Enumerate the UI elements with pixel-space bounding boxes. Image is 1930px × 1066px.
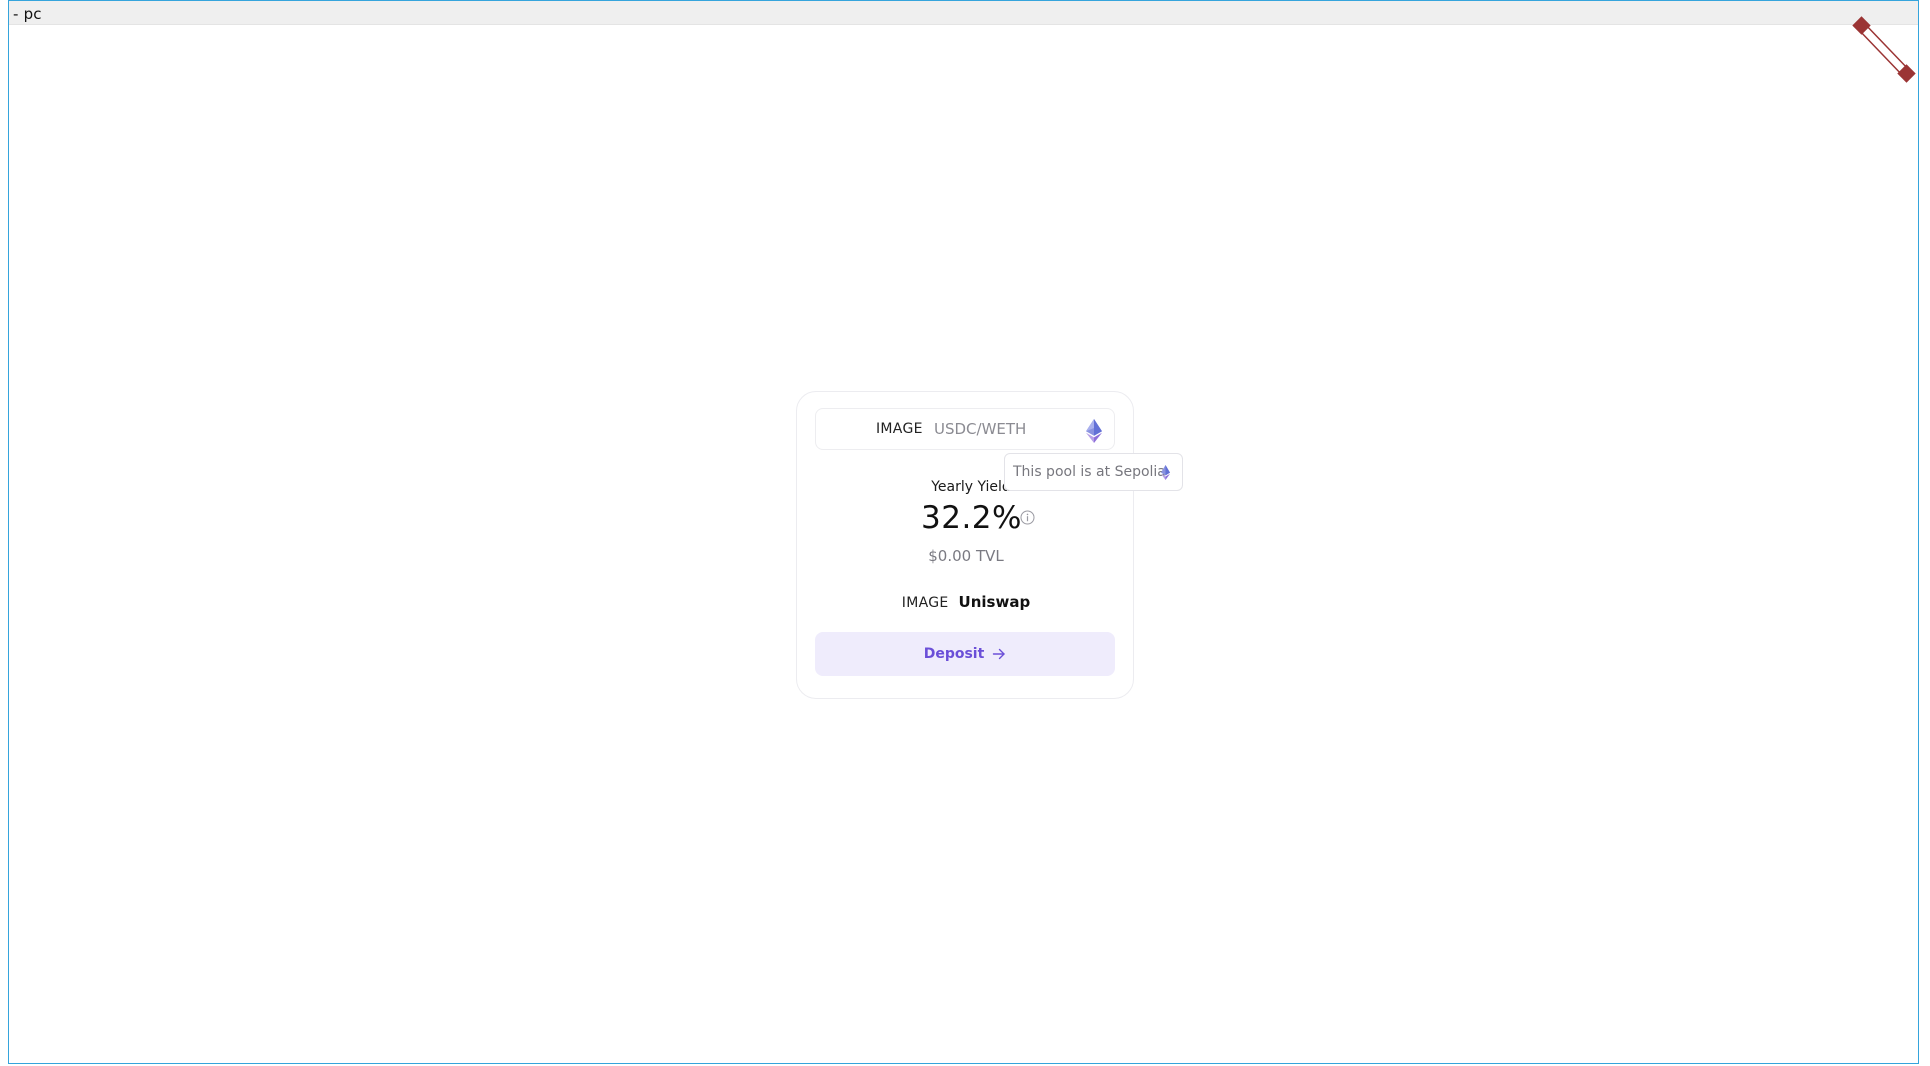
ethereum-icon[interactable] [1086, 419, 1102, 443]
yearly-yield-value: 32.2% [921, 500, 1022, 536]
protocol-name: Uniswap [958, 593, 1031, 611]
protocol-image-placeholder: IMAGE [901, 595, 949, 611]
arrow-right-icon [993, 648, 1005, 660]
deposit-label: Deposit [923, 646, 985, 662]
pair-name: USDC/WETH [934, 420, 1027, 438]
deposit-button[interactable]: Deposit [815, 632, 1115, 676]
ethereum-icon [1161, 465, 1170, 480]
pair-image-placeholder: IMAGE [876, 421, 923, 437]
tvl-value: $0.00 TVL [928, 547, 1004, 565]
protocol-row: IMAGE Uniswap [797, 593, 1135, 611]
resize-handle-icon[interactable] [1848, 15, 1918, 85]
pool-pair-header[interactable]: IMAGE USDC/WETH [815, 408, 1115, 450]
window-title: - pc [13, 5, 42, 23]
pool-card[interactable]: IMAGE USDC/WETH Yearly Yield 32.2% $0.00… [796, 391, 1134, 699]
tooltip-text: This pool is at Sepolia [1013, 464, 1166, 480]
title-bar: - pc [9, 1, 1918, 25]
network-tooltip: This pool is at Sepolia [1004, 453, 1183, 491]
info-icon[interactable] [1020, 510, 1035, 525]
